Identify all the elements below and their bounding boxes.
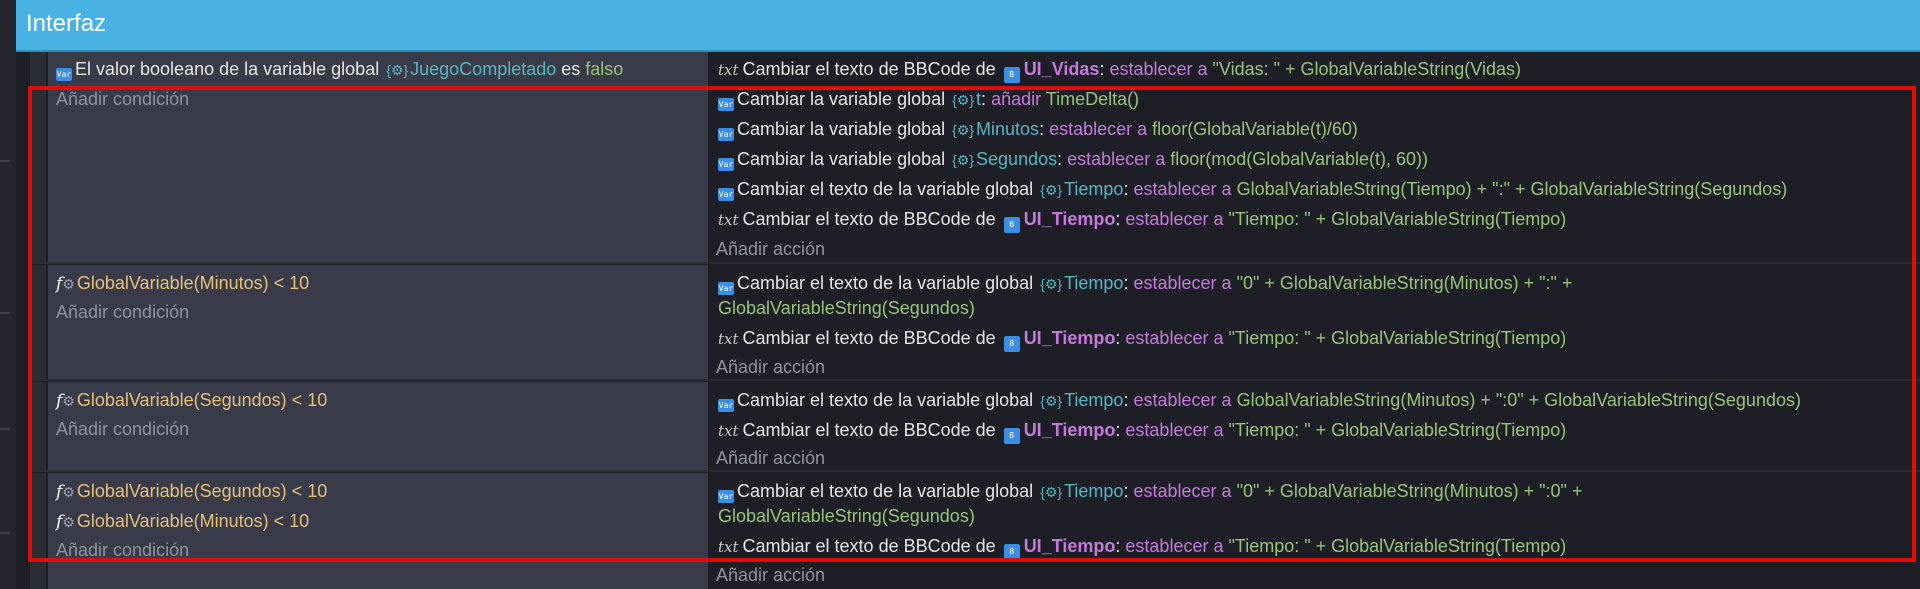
global-variable-icon: {⚙}: [1040, 276, 1063, 292]
event-separator: [30, 470, 1920, 472]
condition-compare-minutos[interactable]: f⚙ GlobalVariable(Minutos) < 10: [56, 508, 309, 534]
condition-compare-segundos[interactable]: f⚙ GlobalVariable(Segundos) < 10: [56, 387, 327, 413]
text-icon: txt: [718, 211, 739, 229]
variable-icon: Var: [718, 282, 734, 295]
condition-boolean[interactable]: Var El valor booleano de la variable glob…: [56, 56, 623, 82]
variable-icon: Var: [718, 158, 734, 171]
group-title[interactable]: Interfaz: [26, 10, 106, 38]
action-change-var-t[interactable]: Var Cambiar la variable global {⚙} t: añad…: [718, 86, 1139, 112]
global-variable-icon: ⚙: [62, 276, 75, 292]
action-set-bbcode-tiempo[interactable]: txt Cambiar el texto de BBCode de B UI_Tie…: [718, 206, 1566, 233]
group-header[interactable]: Interfaz: [16, 0, 1920, 52]
condition-compare-minutos[interactable]: f⚙ GlobalVariable(Minutos) < 10: [56, 270, 309, 296]
gutter-tick: [0, 312, 10, 314]
variable-icon: Var: [718, 490, 734, 503]
global-variable-icon: {⚙}: [952, 152, 975, 168]
object-icon: B: [1003, 336, 1020, 352]
add-action-link[interactable]: Añadir acción: [716, 562, 825, 588]
global-variable-icon: {⚙}: [1040, 484, 1063, 500]
object-icon: B: [1003, 217, 1020, 233]
action-change-text-var-tiempo[interactable]: Var Cambiar el texto de la variable globa…: [718, 176, 1787, 202]
variable-icon: Var: [718, 188, 734, 201]
action-set-bbcode-vidas[interactable]: txt Cambiar el texto de BBCode de B UI_Vid…: [718, 56, 1521, 83]
conditions-column[interactable]: [48, 52, 708, 264]
action-change-text-var-tiempo[interactable]: Var Cambiar el texto de la variable globa…: [718, 387, 1801, 413]
text-icon: txt: [718, 330, 739, 348]
add-action-link[interactable]: Añadir acción: [716, 236, 825, 262]
action-change-text-var-tiempo[interactable]: Var Cambiar el texto de la variable globa…: [718, 478, 1582, 504]
object-icon: B: [1003, 544, 1020, 560]
action-set-bbcode-tiempo[interactable]: txt Cambiar el texto de BBCode de B UI_Tie…: [718, 533, 1566, 560]
action-change-text-var-tiempo[interactable]: Var Cambiar el texto de la variable globa…: [718, 270, 1572, 296]
action-change-var-minutos[interactable]: Var Cambiar la variable global {⚙} Minutos…: [718, 116, 1358, 142]
gutter-tick: [0, 532, 10, 534]
add-condition-link[interactable]: Añadir condición: [56, 537, 189, 563]
add-condition-link[interactable]: Añadir condición: [56, 86, 189, 112]
add-action-link[interactable]: Añadir acción: [716, 354, 825, 380]
global-variable-icon: {⚙}: [1040, 393, 1063, 409]
global-variable-icon: {⚙}: [386, 62, 409, 78]
event-drag-handle[interactable]: [30, 52, 46, 264]
event-drag-handle[interactable]: [30, 382, 46, 472]
global-variable-icon: ⚙: [62, 393, 75, 409]
action-set-bbcode-tiempo[interactable]: txt Cambiar el texto de BBCode de B UI_Tie…: [718, 325, 1566, 352]
event-separator: [30, 379, 1920, 381]
left-gutter: [0, 0, 16, 589]
variable-icon: Var: [56, 68, 72, 81]
condition-compare-segundos[interactable]: f⚙ GlobalVariable(Segundos) < 10: [56, 478, 327, 504]
global-variable-icon: {⚙}: [952, 122, 975, 138]
action-set-bbcode-tiempo[interactable]: txt Cambiar el texto de BBCode de B UI_Tie…: [718, 417, 1566, 444]
action-change-var-segundos[interactable]: Var Cambiar la variable global {⚙} Segundo…: [718, 146, 1428, 172]
global-variable-icon: {⚙}: [952, 92, 975, 108]
add-condition-link[interactable]: Añadir condición: [56, 416, 189, 442]
variable-icon: Var: [718, 399, 734, 412]
add-condition-link[interactable]: Añadir condición: [56, 299, 189, 325]
global-variable-icon: ⚙: [62, 484, 75, 500]
event-separator: [30, 262, 1920, 264]
text-icon: txt: [718, 422, 739, 440]
text-icon: txt: [718, 61, 739, 79]
object-icon: B: [1003, 428, 1020, 444]
object-icon: B: [1003, 67, 1020, 83]
global-variable-icon: ⚙: [62, 514, 75, 530]
gutter-tick: [0, 160, 10, 162]
gutter-tick: [0, 428, 10, 430]
global-variable-icon: {⚙}: [1040, 182, 1063, 198]
action-expression-continued: GlobalVariableString(Segundos): [718, 298, 975, 318]
action-expression-continued: GlobalVariableString(Segundos): [718, 506, 975, 526]
event-drag-handle[interactable]: [30, 265, 46, 381]
variable-icon: Var: [718, 98, 734, 111]
events-sheet: Interfaz Var El valor booleano de la vari…: [0, 0, 1920, 589]
variable-icon: Var: [718, 128, 734, 141]
event-drag-handle[interactable]: [30, 473, 46, 589]
text-icon: txt: [718, 538, 739, 556]
add-action-link[interactable]: Añadir acción: [716, 445, 825, 471]
